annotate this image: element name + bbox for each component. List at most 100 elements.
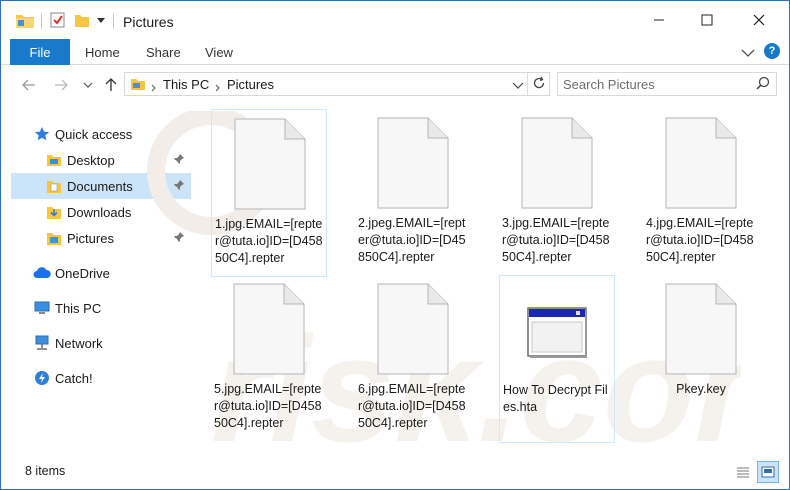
file-item[interactable]: 2.jpeg.EMAIL=[repter@tuta.io]ID=[D45850C… — [355, 109, 471, 277]
file-name: 1.jpg.EMAIL=[repter@tuta.io]ID=[D45850C4… — [215, 217, 323, 265]
title-bar: Pictures — [1, 1, 789, 39]
file-name: How To Decrypt Files.hta — [503, 383, 608, 414]
chevron-down-icon — [512, 82, 524, 89]
minimize-icon — [654, 19, 664, 21]
hta-application-icon — [520, 282, 596, 378]
blank-file-icon — [519, 115, 595, 211]
new-folder-icon[interactable] — [74, 10, 90, 30]
sidebar-item-label: Desktop — [67, 152, 115, 168]
pictures-folder-icon — [45, 229, 63, 247]
recent-locations-button[interactable] — [78, 75, 98, 95]
downloads-folder-icon — [45, 203, 63, 221]
chevron-right-icon — [215, 80, 221, 95]
pin-icon[interactable] — [173, 205, 185, 220]
details-view-button[interactable] — [734, 463, 752, 481]
network-icon — [33, 334, 51, 352]
file-item[interactable]: Pkey.key — [643, 275, 759, 443]
blank-file-icon — [231, 281, 307, 377]
star-icon — [33, 125, 51, 143]
file-item[interactable]: 3.jpg.EMAIL=[repter@tuta.io]ID=[D45850C4… — [499, 109, 615, 277]
address-row: This PC Pictures — [1, 66, 789, 104]
file-item[interactable]: 1.jpg.EMAIL=[repter@tuta.io]ID=[D45850C4… — [211, 109, 327, 277]
minimize-button[interactable] — [636, 1, 682, 39]
nav-quick-access-label: Quick access — [55, 126, 133, 142]
pin-icon[interactable] — [173, 231, 185, 246]
search-icon[interactable] — [756, 76, 770, 93]
expand-ribbon-button[interactable] — [741, 46, 755, 61]
tab-home[interactable]: Home — [85, 39, 120, 65]
sidebar-item-label: Downloads — [67, 204, 132, 220]
nav-this-pc-label: This PC — [55, 300, 102, 316]
sidebar-item-desktop[interactable]: Desktop — [11, 147, 191, 173]
refresh-button[interactable] — [532, 76, 546, 93]
folder-app-icon — [15, 10, 35, 30]
pin-icon[interactable] — [173, 153, 185, 168]
file-item[interactable]: 6.jpg.EMAIL=[repter@tuta.io]ID=[D45850C4… — [355, 275, 471, 443]
help-button[interactable]: ? — [764, 43, 780, 59]
file-name: 2.jpeg.EMAIL=[repter@tuta.io]ID=[D45850C… — [358, 216, 466, 264]
explorer-window: Pictures File Home Share View ? This PC … — [0, 0, 790, 490]
arrow-up-icon — [105, 78, 117, 91]
back-button[interactable] — [19, 75, 39, 95]
pin-icon[interactable] — [173, 179, 185, 194]
window-title: Pictures — [123, 14, 174, 30]
chevron-down-icon — [741, 49, 755, 57]
properties-icon[interactable] — [49, 10, 67, 30]
status-bar: 8 items — [1, 459, 789, 489]
nav-onedrive[interactable]: OneDrive — [33, 260, 193, 286]
up-button[interactable] — [101, 75, 121, 95]
file-item[interactable]: How To Decrypt Files.hta — [499, 275, 615, 443]
sidebar-item-label: Pictures — [67, 230, 114, 246]
nav-network-label: Network — [55, 335, 103, 351]
arrow-right-icon — [55, 79, 68, 91]
catch-app-icon — [33, 369, 51, 387]
search-input[interactable] — [563, 76, 748, 92]
ribbon-tabs: File Home Share View ? — [1, 39, 789, 65]
address-bar[interactable]: This PC Pictures — [124, 72, 550, 96]
nav-catch[interactable]: Catch! — [33, 365, 193, 391]
close-button[interactable] — [736, 1, 782, 39]
tab-share[interactable]: Share — [146, 39, 181, 65]
tab-file[interactable]: File — [10, 39, 70, 65]
chevron-right-icon — [151, 80, 157, 95]
refresh-icon — [533, 76, 545, 89]
sidebar-item-documents[interactable]: Documents — [11, 173, 191, 199]
navigation-pane: Quick access Desktop Documents Downloads… — [1, 105, 196, 455]
pictures-location-icon — [130, 76, 146, 95]
file-item[interactable]: 5.jpg.EMAIL=[repter@tuta.io]ID=[D45850C4… — [211, 275, 327, 443]
nav-quick-access[interactable]: Quick access — [33, 121, 193, 147]
documents-folder-icon — [45, 177, 63, 195]
computer-icon — [33, 299, 51, 317]
file-name: 3.jpg.EMAIL=[repter@tuta.io]ID=[D45850C4… — [502, 216, 610, 264]
search-box[interactable] — [557, 72, 777, 96]
large-icons-view-icon — [761, 466, 775, 478]
blank-file-icon — [663, 115, 739, 211]
address-dropdown-button[interactable] — [512, 79, 524, 94]
tab-view[interactable]: View — [205, 39, 233, 65]
blank-file-icon — [232, 116, 308, 212]
item-count: 8 items — [25, 464, 66, 478]
sidebar-item-label: Documents — [67, 178, 133, 194]
maximize-icon — [701, 14, 713, 26]
help-icon: ? — [768, 45, 776, 57]
forward-button[interactable] — [51, 75, 71, 95]
nav-network[interactable]: Network — [33, 330, 193, 356]
customize-quick-access-icon[interactable] — [96, 10, 106, 30]
maximize-button[interactable] — [684, 1, 730, 39]
file-name: 4.jpg.EMAIL=[repter@tuta.io]ID=[D45850C4… — [646, 216, 754, 264]
sidebar-item-downloads[interactable]: Downloads — [11, 199, 191, 225]
breadcrumb-pictures[interactable]: Pictures — [227, 77, 274, 92]
file-item[interactable]: 4.jpg.EMAIL=[repter@tuta.io]ID=[D45850C4… — [643, 109, 759, 277]
sidebar-item-pictures[interactable]: Pictures — [11, 225, 191, 251]
cloud-icon — [33, 264, 51, 282]
breadcrumb-this-pc[interactable]: This PC — [163, 77, 209, 92]
file-list: 1.jpg.EMAIL=[repter@tuta.io]ID=[D45850C4… — [197, 105, 789, 455]
details-view-icon — [737, 467, 749, 478]
close-icon — [753, 14, 765, 26]
nav-this-pc[interactable]: This PC — [33, 295, 193, 321]
desktop-folder-icon — [45, 151, 63, 169]
large-icons-view-button[interactable] — [757, 461, 779, 483]
arrow-left-icon — [22, 79, 35, 91]
blank-file-icon — [663, 281, 739, 377]
file-name: Pkey.key — [676, 382, 726, 396]
